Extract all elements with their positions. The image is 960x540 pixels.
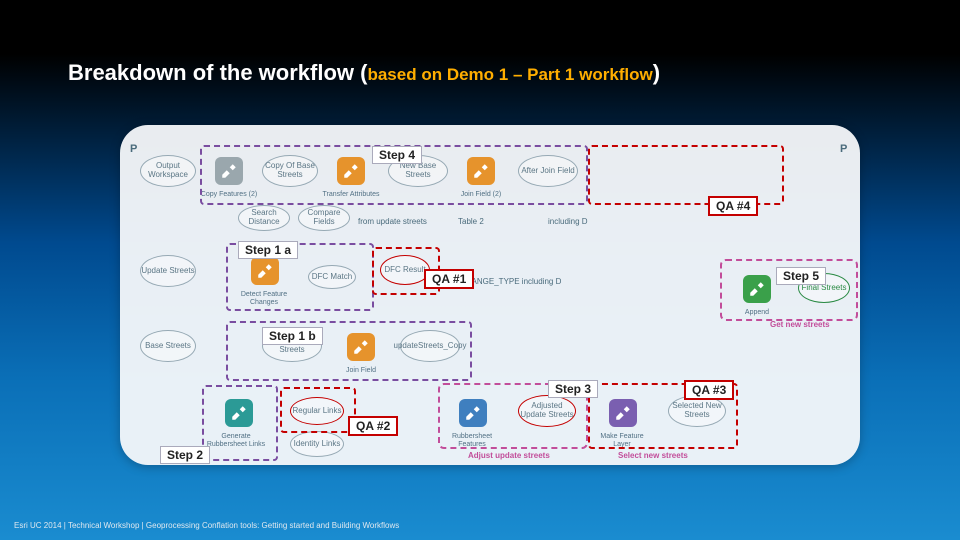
label-qa3: QA #3 xyxy=(684,380,734,400)
group-step2 xyxy=(202,385,278,461)
label-step3: Step 3 xyxy=(548,380,598,398)
slide-footer: Esri UC 2014 | Technical Workshop | Geop… xyxy=(14,521,399,530)
label-step2: Step 2 xyxy=(160,446,210,464)
title-main: Breakdown of the workflow xyxy=(68,60,360,85)
slide-title: Breakdown of the workflow (based on Demo… xyxy=(68,60,660,86)
node-compare: Compare Fields xyxy=(298,205,350,231)
text-select-new: Select new streets xyxy=(618,451,688,460)
node-base-streets: Base Streets xyxy=(140,330,196,362)
label-step1b: Step 1 b xyxy=(262,327,323,345)
text-table2: Table 2 xyxy=(458,217,484,226)
node-search-dist: Search Distance xyxy=(238,205,290,231)
title-sub: based on Demo 1 – Part 1 workflow xyxy=(367,65,652,84)
paren-close: ) xyxy=(653,60,660,85)
text-from-update: from update streets xyxy=(358,217,427,226)
label-step4: Step 4 xyxy=(372,146,422,164)
text-change-type: CHANGE_TYPE including D xyxy=(460,277,561,286)
label-qa4: QA #4 xyxy=(708,196,758,216)
node-update-streets: Update Streets xyxy=(140,255,196,287)
text-getnew: Get new streets xyxy=(770,320,830,329)
text-adjust: Adjust update streets xyxy=(468,451,550,460)
diagram-panel: P P Output Workspace Copy Of Base Street… xyxy=(120,125,860,465)
label-qa1: QA #1 xyxy=(424,269,474,289)
node-output-workspace: Output Workspace xyxy=(140,155,196,187)
node-ident-links: Identity Links xyxy=(290,431,344,457)
text-includingD: including D xyxy=(548,217,588,226)
label-qa2: QA #2 xyxy=(348,416,398,436)
p-right: P xyxy=(840,143,847,155)
label-step1a: Step 1 a xyxy=(238,241,298,259)
group-qa2 xyxy=(280,387,356,433)
label-step5: Step 5 xyxy=(776,267,826,285)
p-left: P xyxy=(130,143,137,155)
